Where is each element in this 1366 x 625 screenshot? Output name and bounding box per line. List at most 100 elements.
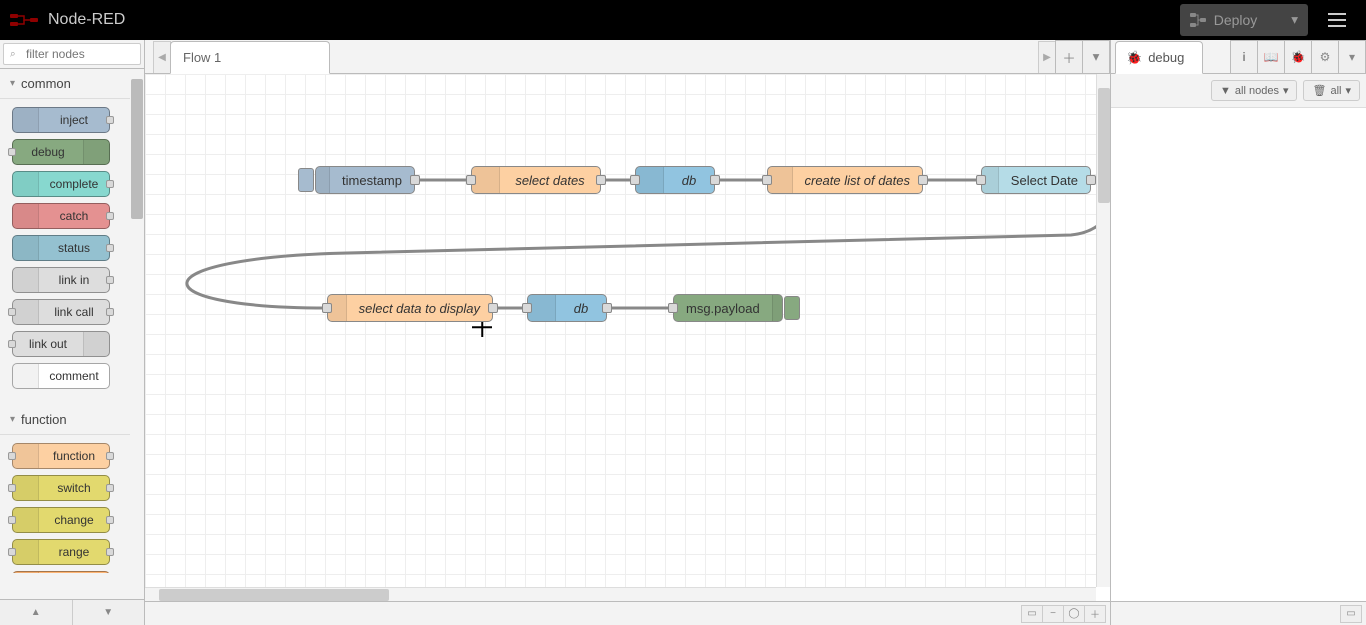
output-port[interactable] bbox=[596, 175, 606, 185]
input-port bbox=[8, 484, 16, 492]
bug-icon: 🐞 bbox=[1126, 50, 1142, 66]
sidebar-tab-label: debug bbox=[1148, 50, 1184, 65]
workspace-footer: ▭ − ◯ ＋ bbox=[145, 601, 1110, 625]
node-type-icon bbox=[13, 204, 39, 228]
deploy-button[interactable]: Deploy bbox=[1180, 4, 1282, 36]
add-flow-button[interactable]: ＋ bbox=[1055, 40, 1083, 73]
sidebar-info-button[interactable]: i bbox=[1230, 40, 1258, 73]
output-port[interactable] bbox=[710, 175, 720, 185]
debug-toolbar: ▼ all nodes ▾ 🗑 all ▾ bbox=[1111, 74, 1366, 108]
canvas-hscroll[interactable] bbox=[145, 587, 1096, 601]
flow-node-n8[interactable]: msg.payload bbox=[673, 294, 783, 322]
sidebar-debug-button[interactable]: 🐞 bbox=[1284, 40, 1312, 73]
input-port[interactable] bbox=[466, 175, 476, 185]
palette-node-complete[interactable]: complete bbox=[12, 171, 110, 197]
palette-search: ⌕ bbox=[0, 40, 144, 69]
palette-node-inject[interactable]: inject bbox=[12, 107, 110, 133]
palette-node-link-in[interactable]: link in bbox=[12, 267, 110, 293]
search-icon: ⌕ bbox=[10, 49, 16, 60]
palette-node-range[interactable]: range bbox=[12, 539, 110, 565]
inject-button[interactable] bbox=[298, 168, 314, 192]
output-port[interactable] bbox=[1086, 175, 1096, 185]
debug-filter-button[interactable]: ▼ all nodes ▾ bbox=[1211, 80, 1297, 101]
caret-down-icon: ▾ bbox=[1283, 84, 1289, 97]
zoom-reset-button[interactable]: ◯ bbox=[1063, 605, 1085, 623]
debug-toggle-button[interactable] bbox=[784, 296, 800, 320]
input-port[interactable] bbox=[322, 303, 332, 313]
output-port bbox=[106, 212, 114, 220]
caret-down-icon: ▾ bbox=[1345, 84, 1351, 97]
input-port[interactable] bbox=[522, 303, 532, 313]
input-port[interactable] bbox=[976, 175, 986, 185]
palette-node-switch[interactable]: switch bbox=[12, 475, 110, 501]
flow-tab-label: Flow 1 bbox=[183, 50, 221, 65]
node-type-icon bbox=[13, 108, 39, 132]
sidebar-help-button[interactable]: 📖 bbox=[1257, 40, 1285, 73]
input-port bbox=[8, 516, 16, 524]
node-type-icon bbox=[13, 476, 39, 500]
input-port bbox=[8, 548, 16, 556]
logo-icon bbox=[10, 12, 40, 28]
node-type-icon bbox=[636, 167, 664, 193]
input-port[interactable] bbox=[630, 175, 640, 185]
zoom-in-button[interactable]: ＋ bbox=[1084, 605, 1106, 623]
palette-node-link-out[interactable]: link out bbox=[12, 331, 110, 357]
palette-category-common[interactable]: ▾common bbox=[0, 69, 130, 99]
canvas-vscroll[interactable] bbox=[1096, 74, 1110, 587]
trash-icon: 🗑 bbox=[1312, 84, 1326, 97]
palette-node-template[interactable]: template bbox=[12, 571, 110, 573]
output-port bbox=[106, 452, 114, 460]
input-port bbox=[8, 148, 16, 156]
flow-node-n5[interactable]: Select Date bbox=[981, 166, 1091, 194]
palette-node-function[interactable]: function bbox=[12, 443, 110, 469]
output-port[interactable] bbox=[488, 303, 498, 313]
sidebar-popout-button[interactable]: ▭ bbox=[1340, 605, 1362, 623]
palette-node-change[interactable]: change bbox=[12, 507, 110, 533]
wire[interactable] bbox=[187, 180, 1096, 308]
flow-node-n1[interactable]: timestamp bbox=[315, 166, 415, 194]
sidebar-tab-debug[interactable]: 🐞 debug bbox=[1115, 41, 1203, 74]
deploy-dropdown[interactable]: ▾ bbox=[1281, 4, 1308, 36]
palette-node-link-call[interactable]: link call bbox=[12, 299, 110, 325]
deploy-label: Deploy bbox=[1214, 12, 1258, 28]
palette-node-status[interactable]: status bbox=[12, 235, 110, 261]
node-type-icon bbox=[528, 295, 556, 321]
navigator-button[interactable]: ▭ bbox=[1021, 605, 1043, 623]
flow-node-n3[interactable]: db bbox=[635, 166, 715, 194]
filter-icon: ▼ bbox=[1220, 85, 1231, 97]
sidebar-config-button[interactable]: ⚙ bbox=[1311, 40, 1339, 73]
output-port[interactable] bbox=[410, 175, 420, 185]
sidebar-more-button[interactable]: ▾ bbox=[1338, 40, 1366, 73]
list-flows-button[interactable]: ▾ bbox=[1082, 40, 1110, 73]
zoom-out-button[interactable]: − bbox=[1042, 605, 1064, 623]
palette-node-debug[interactable]: debug bbox=[12, 139, 110, 165]
palette-collapse-button[interactable]: ▲ bbox=[0, 600, 73, 625]
palette-expand-button[interactable]: ▼ bbox=[73, 600, 145, 625]
main-menu-button[interactable] bbox=[1308, 0, 1366, 40]
palette-scrollbar[interactable] bbox=[130, 69, 144, 573]
output-port bbox=[106, 484, 114, 492]
input-port[interactable] bbox=[762, 175, 772, 185]
palette-filter-input[interactable] bbox=[3, 43, 141, 65]
node-type-icon bbox=[13, 572, 39, 573]
flow-node-n2[interactable]: select dates bbox=[471, 166, 601, 194]
flow-node-n6[interactable]: select data to display bbox=[327, 294, 493, 322]
output-port[interactable] bbox=[602, 303, 612, 313]
palette-node-catch[interactable]: catch bbox=[12, 203, 110, 229]
palette-category-function[interactable]: ▾function bbox=[0, 405, 130, 435]
flow-node-n7[interactable]: db bbox=[527, 294, 607, 322]
sidebar-tabs: 🐞 debug i 📖 🐞 ⚙ ▾ bbox=[1111, 40, 1366, 74]
flow-canvas[interactable]: timestamp select dates db create list of da… bbox=[145, 74, 1096, 587]
output-port[interactable] bbox=[918, 175, 928, 185]
tab-scroll-right[interactable]: ▶ bbox=[1038, 41, 1056, 73]
palette: ⌕ ▾common inject debug complete catch status l… bbox=[0, 40, 145, 625]
logo: Node-RED bbox=[10, 11, 125, 29]
tab-scroll-left[interactable]: ◀ bbox=[153, 41, 171, 73]
flow-tab[interactable]: Flow 1 bbox=[170, 41, 330, 74]
input-port[interactable] bbox=[668, 303, 678, 313]
flow-node-n4[interactable]: create list of dates bbox=[767, 166, 923, 194]
input-port bbox=[8, 340, 16, 348]
workspace-tabs: ◀ Flow 1 ▶ ＋ ▾ bbox=[145, 40, 1110, 74]
debug-clear-button[interactable]: 🗑 all ▾ bbox=[1303, 80, 1360, 101]
palette-node-comment[interactable]: comment bbox=[12, 363, 110, 389]
